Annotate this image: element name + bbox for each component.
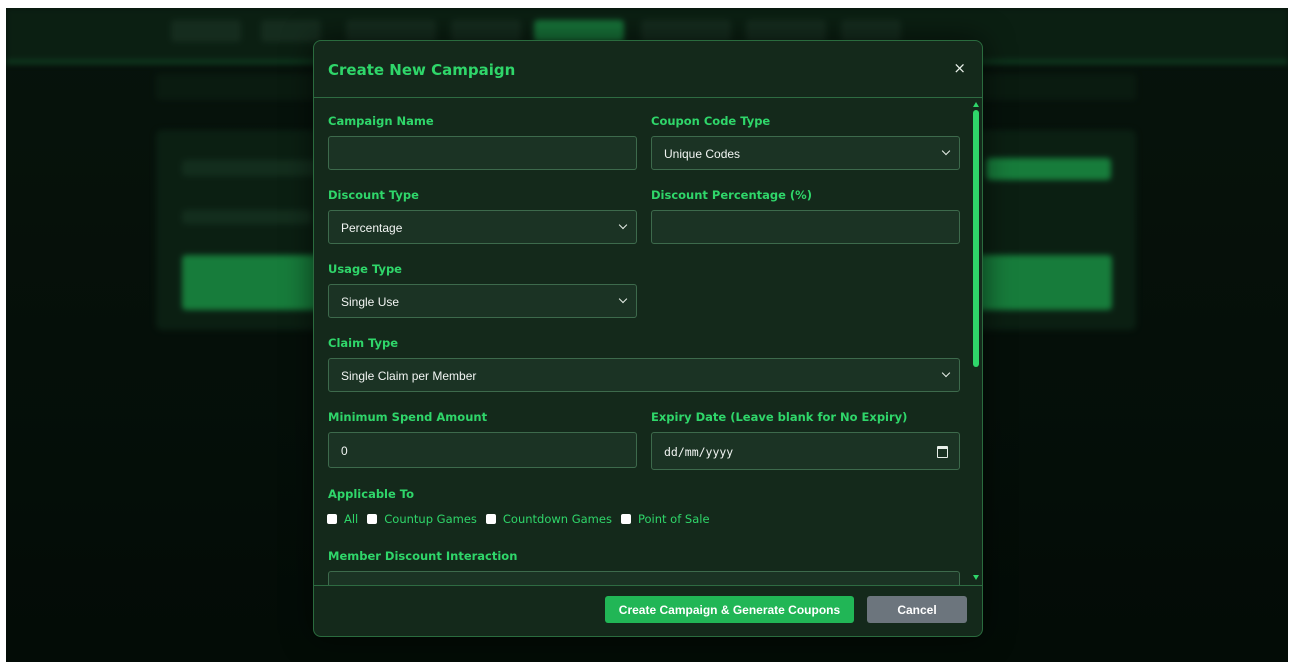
checkbox-icon[interactable] bbox=[367, 514, 378, 524]
discount-type-label: Discount Type bbox=[328, 188, 419, 202]
coupon-code-type-label: Coupon Code Type bbox=[651, 114, 771, 128]
modal-body[interactable]: Campaign Name Coupon Code Type Unique Co… bbox=[314, 98, 982, 585]
applicable-to-label: Applicable To bbox=[328, 487, 415, 501]
app-viewport: Create New Campaign × Campaign Name Coup… bbox=[6, 8, 1288, 662]
modal-scrollbar[interactable] bbox=[973, 102, 979, 580]
checkbox-icon[interactable] bbox=[327, 514, 337, 524]
chevron-down-icon bbox=[618, 220, 628, 230]
checkbox-countdown-games-label: Countdown Games bbox=[502, 512, 612, 526]
modal-header: Create New Campaign × bbox=[314, 41, 982, 98]
modal-footer: Create Campaign & Generate Coupons Cance… bbox=[314, 585, 982, 636]
expiry-date-input[interactable]: dd/mm/yyyy bbox=[651, 432, 960, 470]
cancel-button[interactable]: Cancel bbox=[867, 596, 967, 623]
claim-type-value: Single Claim per Member bbox=[341, 369, 477, 383]
checkbox-point-of-sale[interactable]: Point of Sale bbox=[620, 512, 710, 526]
applicable-to-checkboxes: All Countup Games Countdown Games Point … bbox=[327, 511, 719, 527]
checkbox-icon[interactable] bbox=[620, 514, 631, 524]
usage-type-select[interactable]: Single Use bbox=[328, 284, 637, 318]
campaign-name-input[interactable] bbox=[328, 136, 637, 170]
discount-percentage-label: Discount Percentage (%) bbox=[651, 188, 812, 202]
claim-type-select[interactable]: Single Claim per Member bbox=[328, 358, 960, 392]
member-discount-interaction-label: Member Discount Interaction bbox=[328, 549, 518, 563]
discount-type-value: Percentage bbox=[341, 221, 403, 235]
checkbox-countdown-games[interactable]: Countdown Games bbox=[485, 512, 612, 526]
chevron-down-icon bbox=[941, 146, 951, 156]
checkbox-countup-games-label: Countup Games bbox=[384, 512, 477, 526]
coupon-code-type-select[interactable]: Unique Codes bbox=[651, 136, 960, 170]
member-discount-interaction-select[interactable] bbox=[328, 571, 960, 585]
discount-percentage-input[interactable] bbox=[651, 210, 960, 244]
expiry-date-label: Expiry Date (Leave blank for No Expiry) bbox=[651, 410, 908, 424]
checkbox-all-label: All bbox=[344, 512, 359, 526]
calendar-icon[interactable] bbox=[937, 446, 948, 458]
checkbox-icon[interactable] bbox=[485, 514, 496, 524]
campaign-name-label: Campaign Name bbox=[328, 114, 434, 128]
discount-type-select[interactable]: Percentage bbox=[328, 210, 637, 244]
claim-type-label: Claim Type bbox=[328, 336, 399, 350]
minimum-spend-value: 0 bbox=[341, 444, 348, 458]
create-campaign-modal: Create New Campaign × Campaign Name Coup… bbox=[313, 40, 983, 637]
close-icon[interactable]: × bbox=[953, 59, 966, 77]
scrollbar-thumb[interactable] bbox=[973, 110, 979, 367]
usage-type-value: Single Use bbox=[341, 295, 400, 309]
scroll-down-arrow-icon[interactable] bbox=[973, 575, 979, 580]
checkbox-all[interactable]: All bbox=[327, 512, 358, 526]
chevron-down-icon bbox=[618, 294, 628, 304]
coupon-code-type-value: Unique Codes bbox=[664, 147, 741, 161]
chevron-down-icon bbox=[941, 368, 951, 378]
minimum-spend-label: Minimum Spend Amount bbox=[328, 410, 488, 424]
usage-type-label: Usage Type bbox=[328, 262, 402, 276]
modal-title: Create New Campaign bbox=[328, 61, 516, 79]
minimum-spend-input[interactable]: 0 bbox=[328, 432, 637, 468]
checkbox-point-of-sale-label: Point of Sale bbox=[637, 512, 710, 526]
create-campaign-button[interactable]: Create Campaign & Generate Coupons bbox=[605, 596, 854, 623]
checkbox-countup-games[interactable]: Countup Games bbox=[367, 512, 477, 526]
expiry-date-value: dd/mm/yyyy bbox=[664, 445, 734, 459]
scroll-up-arrow-icon[interactable] bbox=[973, 102, 979, 107]
